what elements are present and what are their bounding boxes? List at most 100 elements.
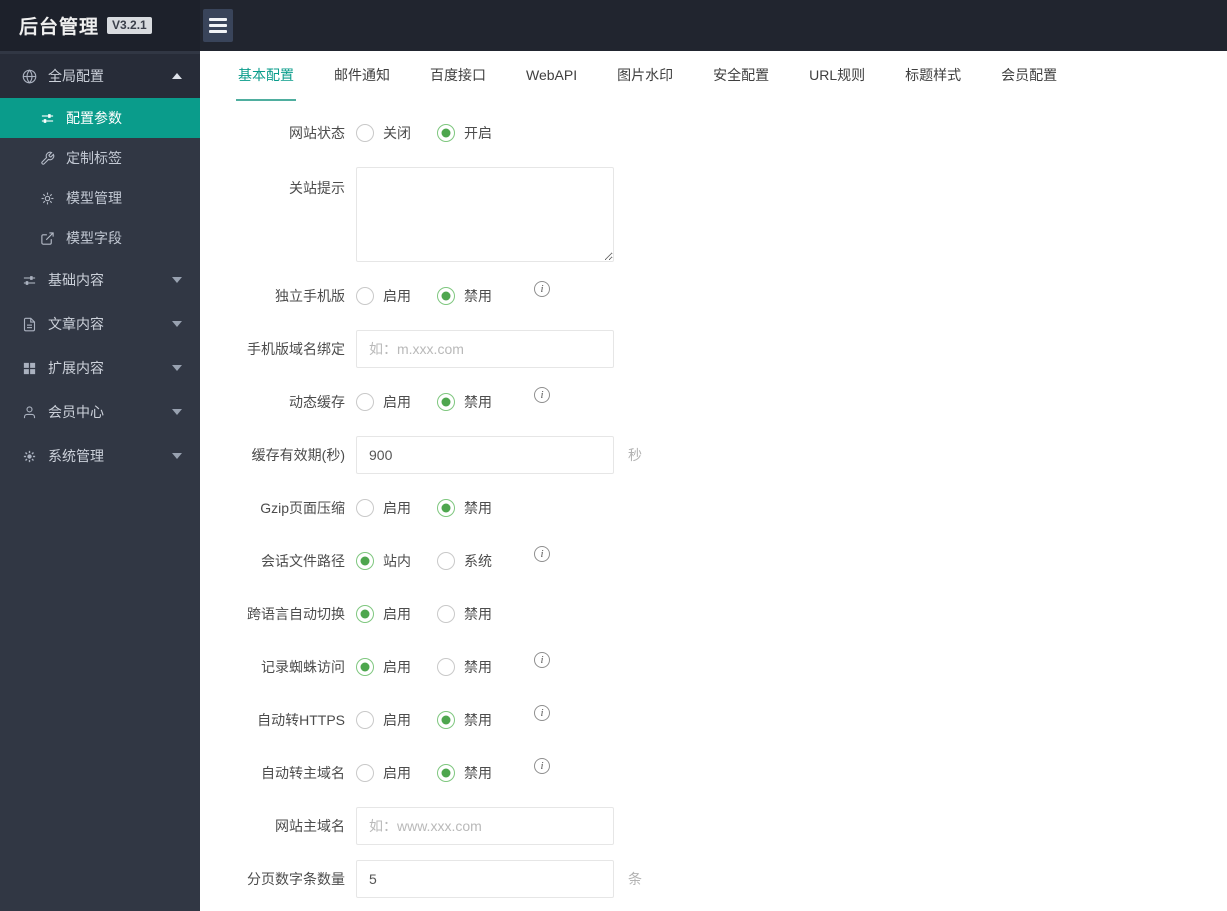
- radio-icon: [437, 605, 455, 623]
- sidebar-group-extended-content[interactable]: 扩展内容: [0, 346, 200, 390]
- radio-group: 启用 禁用: [356, 705, 550, 730]
- info-icon[interactable]: [534, 758, 550, 774]
- sidebar-item-model-management[interactable]: 模型管理: [0, 178, 200, 218]
- sidebar-group-label: 全局配置: [48, 68, 104, 84]
- field-label: 手机版域名绑定: [247, 341, 345, 357]
- info-icon[interactable]: [534, 705, 550, 721]
- radio-group: 启用 禁用: [356, 281, 550, 306]
- version-badge: V3.2.1: [107, 17, 152, 34]
- closed-notice-textarea[interactable]: [356, 167, 614, 262]
- pagination-count-input[interactable]: [356, 860, 614, 898]
- radio-checked-icon: [437, 393, 455, 411]
- radio-checked-icon: [437, 764, 455, 782]
- sidebar-group-member-center[interactable]: 会员中心: [0, 390, 200, 434]
- tab-mail-notice[interactable]: 邮件通知: [332, 51, 392, 101]
- form-row-dynamic-cache: 动态缓存 启用 禁用: [237, 383, 1227, 421]
- radio-option-open[interactable]: 开启: [437, 123, 492, 143]
- radio-icon: [356, 393, 374, 411]
- tab-security-config[interactable]: 安全配置: [711, 51, 771, 101]
- radio-option-onsite[interactable]: 站内: [356, 551, 411, 571]
- sidebar-group-global-config[interactable]: 全局配置: [0, 54, 200, 98]
- tab-member-config[interactable]: 会员配置: [999, 51, 1059, 101]
- radio-option-enable[interactable]: 启用: [356, 710, 411, 730]
- tab-baidu-api[interactable]: 百度接口: [428, 51, 488, 101]
- chevron-down-icon: [172, 409, 182, 415]
- radio-option-enable[interactable]: 启用: [356, 763, 411, 783]
- globe-icon: [22, 68, 37, 84]
- radio-icon: [437, 552, 455, 570]
- grid-icon: [22, 361, 37, 376]
- app-title: 后台管理: [19, 17, 100, 38]
- field-label: 跨语言自动切换: [247, 606, 345, 622]
- main-domain-input[interactable]: [356, 807, 614, 845]
- form-row-cache-ttl: 缓存有效期(秒) 秒: [237, 436, 1227, 474]
- form-row-spider-log: 记录蜘蛛访问 启用 禁用: [237, 648, 1227, 686]
- field-label: 自动转主域名: [261, 765, 345, 781]
- tab-image-watermark[interactable]: 图片水印: [615, 51, 675, 101]
- radio-group: 启用 禁用: [356, 498, 518, 518]
- form-row-auto-main-domain: 自动转主域名 启用 禁用: [237, 754, 1227, 792]
- info-icon[interactable]: [534, 387, 550, 403]
- field-label: 网站主域名: [275, 818, 345, 834]
- radio-option-close[interactable]: 关闭: [356, 123, 411, 143]
- radio-checked-icon: [356, 658, 374, 676]
- radio-checked-icon: [437, 287, 455, 305]
- radio-option-disable[interactable]: 禁用: [437, 710, 492, 730]
- radio-option-disable[interactable]: 禁用: [437, 498, 492, 518]
- field-label: 会话文件路径: [261, 553, 345, 569]
- radio-icon: [356, 499, 374, 517]
- field-label: 网站状态: [289, 125, 345, 141]
- info-icon[interactable]: [534, 546, 550, 562]
- radio-option-disable[interactable]: 禁用: [437, 657, 492, 677]
- sliders-icon: [40, 111, 55, 126]
- sidebar-toggle-button[interactable]: [203, 9, 233, 42]
- radio-icon: [356, 287, 374, 305]
- radio-option-disable[interactable]: 禁用: [437, 286, 492, 306]
- cache-ttl-input[interactable]: [356, 436, 614, 474]
- hamburger-icon: [209, 18, 227, 21]
- sidebar-group-article-content[interactable]: 文章内容: [0, 302, 200, 346]
- unit-suffix: 秒: [628, 447, 642, 463]
- admin-app: 后台管理 V3.2.1 全局配置 配置参数 定制标签 模型管理 模型字段 基础内…: [0, 0, 1227, 911]
- radio-option-enable[interactable]: 启用: [356, 498, 411, 518]
- radio-group: 启用 禁用: [356, 758, 550, 783]
- user-icon: [22, 405, 37, 420]
- tab-title-style[interactable]: 标题样式: [903, 51, 963, 101]
- tab-webapi[interactable]: WebAPI: [524, 51, 579, 101]
- sidebar-item-model-fields[interactable]: 模型字段: [0, 218, 200, 258]
- tab-url-rules[interactable]: URL规则: [807, 51, 867, 101]
- info-icon[interactable]: [534, 281, 550, 297]
- field-label: 分页数字条数量: [247, 871, 345, 887]
- form-row-site-status: 网站状态 关闭 开启: [237, 114, 1227, 152]
- radio-option-disable[interactable]: 禁用: [437, 604, 492, 624]
- sidebar-group-system-management[interactable]: 系统管理: [0, 434, 200, 478]
- sidebar-group-basic-content[interactable]: 基础内容: [0, 258, 200, 302]
- radio-checked-icon: [437, 711, 455, 729]
- radio-option-enable[interactable]: 启用: [356, 604, 411, 624]
- radio-checked-icon: [437, 499, 455, 517]
- sidebar-item-config-params[interactable]: 配置参数: [0, 98, 200, 138]
- radio-option-disable[interactable]: 禁用: [437, 392, 492, 412]
- mobile-domain-input[interactable]: [356, 330, 614, 368]
- radio-option-enable[interactable]: 启用: [356, 392, 411, 412]
- radio-option-disable[interactable]: 禁用: [437, 763, 492, 783]
- info-icon[interactable]: [534, 652, 550, 668]
- radio-option-enable[interactable]: 启用: [356, 286, 411, 306]
- chevron-down-icon: [172, 321, 182, 327]
- document-icon: [22, 317, 37, 332]
- chevron-up-icon: [172, 73, 182, 79]
- field-label: 关站提示: [289, 180, 345, 196]
- tab-basic-config[interactable]: 基本配置: [236, 51, 296, 101]
- form-row-mobile-version: 独立手机版 启用 禁用: [237, 277, 1227, 315]
- sidebar-item-custom-tags[interactable]: 定制标签: [0, 138, 200, 178]
- top-header: 后台管理 V3.2.1: [0, 0, 1227, 51]
- radio-option-enable[interactable]: 启用: [356, 657, 411, 677]
- form-row-auto-https: 自动转HTTPS 启用 禁用: [237, 701, 1227, 739]
- radio-group: 启用 禁用: [356, 387, 550, 412]
- form-row-session-path: 会话文件路径 站内 系统: [237, 542, 1227, 580]
- field-label: 自动转HTTPS: [257, 712, 345, 728]
- radio-icon: [356, 124, 374, 142]
- field-label: Gzip页面压缩: [260, 500, 345, 516]
- radio-option-system[interactable]: 系统: [437, 551, 492, 571]
- sidebar-item-label: 模型字段: [66, 230, 122, 246]
